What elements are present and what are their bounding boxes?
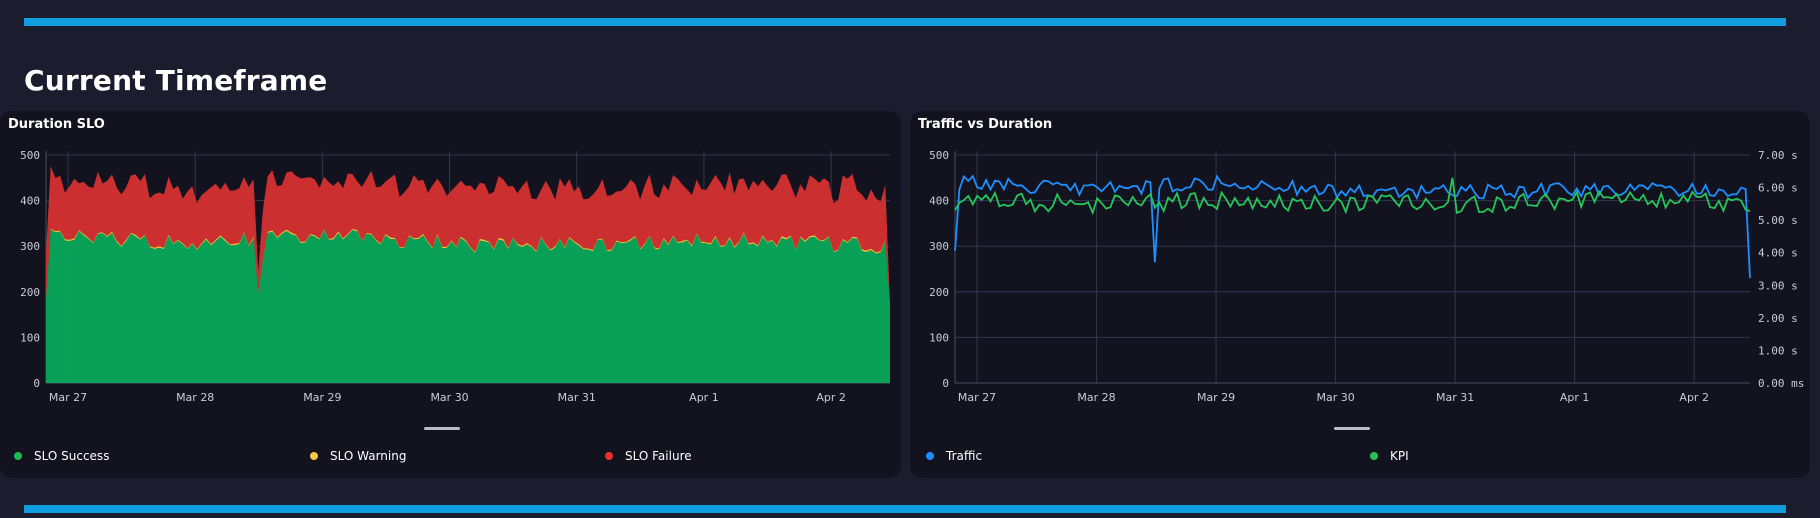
- y2-tick-label: 0.00 ms: [1758, 377, 1804, 390]
- x-tick-label: Mar 27: [49, 391, 87, 404]
- legend-item-traffic[interactable]: Traffic: [926, 449, 982, 463]
- y-tick-label: 400: [929, 195, 949, 208]
- legend-dot-icon: [14, 452, 22, 460]
- traffic-vs-duration-chart[interactable]: 500 400 300 200 100 0 7.00 s 6.00 s 5.00 s 4.00 s…: [910, 111, 1810, 431]
- legend-dot-icon: [605, 452, 613, 460]
- x-tick-label: Apr 2: [1679, 391, 1709, 404]
- line-series-kpi: [954, 177, 1751, 216]
- legend-label: KPI: [1390, 449, 1409, 463]
- legend-label: SLO Failure: [625, 449, 692, 463]
- legend-dot-icon: [310, 452, 318, 460]
- top-accent-bar: [24, 18, 1786, 26]
- resize-handle[interactable]: [1334, 427, 1370, 430]
- y-tick-label: 0: [33, 377, 40, 390]
- x-tick-label: Mar 31: [558, 391, 596, 404]
- x-tick-label: Apr 2: [816, 391, 846, 404]
- y-tick-label: 500: [20, 149, 40, 162]
- legend-label: SLO Success: [34, 449, 110, 463]
- x-tick-label: Mar 31: [1436, 391, 1474, 404]
- section-title: Current Timeframe: [24, 64, 328, 97]
- legend-item-slo-success[interactable]: SLO Success: [14, 449, 109, 463]
- y2-tick-label: 4.00 s: [1758, 247, 1798, 260]
- y-tick-label: 0: [942, 377, 949, 390]
- traffic-vs-duration-tile[interactable]: Traffic vs Duration 500 400 300 200 100 0 7.00…: [910, 111, 1810, 478]
- y2-tick-label: 1.00 s: [1758, 344, 1798, 357]
- y-tick-label: 500: [929, 149, 949, 162]
- y-tick-label: 200: [20, 286, 40, 299]
- y-tick-label: 100: [929, 331, 949, 344]
- resize-handle[interactable]: [424, 427, 460, 430]
- x-tick-label: Mar 30: [1316, 391, 1354, 404]
- y2-tick-label: 6.00 s: [1758, 182, 1798, 195]
- area-series-slo-success: [46, 229, 890, 383]
- duration-slo-tile[interactable]: Duration SLO 500 400 300 200 100 0 Mar 27 Mar 2…: [0, 111, 901, 478]
- y-tick-label: 100: [20, 331, 40, 344]
- legend-item-kpi[interactable]: KPI: [1370, 449, 1409, 463]
- legend-item-slo-warning[interactable]: SLO Warning: [310, 449, 406, 463]
- x-tick-label: Apr 1: [689, 391, 719, 404]
- x-tick-label: Mar 28: [176, 391, 214, 404]
- x-tick-label: Mar 27: [958, 391, 996, 404]
- x-tick-label: Mar 29: [1197, 391, 1235, 404]
- legend-label: Traffic: [946, 449, 983, 463]
- legend-item-slo-failure[interactable]: SLO Failure: [605, 449, 692, 463]
- x-tick-label: Apr 1: [1560, 391, 1590, 404]
- bottom-accent-bar: [24, 505, 1786, 513]
- chart-legend: Traffic KPI: [910, 449, 1810, 469]
- y2-tick-label: 5.00 s: [1758, 214, 1798, 227]
- chart-legend: SLO Success SLO Warning SLO Failure: [0, 449, 901, 469]
- y2-tick-label: 7.00 s: [1758, 149, 1798, 162]
- x-tick-label: Mar 29: [303, 391, 341, 404]
- y-tick-label: 300: [20, 240, 40, 253]
- y-tick-label: 200: [929, 286, 949, 299]
- y2-tick-label: 3.00 s: [1758, 279, 1798, 292]
- legend-dot-icon: [926, 452, 934, 460]
- duration-slo-chart[interactable]: 500 400 300 200 100 0 Mar 27 Mar 28 Mar 29 Mar 30…: [0, 111, 901, 431]
- y-tick-label: 400: [20, 195, 40, 208]
- x-tick-label: Mar 28: [1077, 391, 1115, 404]
- legend-dot-icon: [1370, 452, 1378, 460]
- legend-label: SLO Warning: [330, 449, 407, 463]
- line-series-traffic: [954, 174, 1751, 279]
- y-tick-label: 300: [929, 240, 949, 253]
- y2-tick-label: 2.00 s: [1758, 312, 1798, 325]
- x-tick-label: Mar 30: [430, 391, 468, 404]
